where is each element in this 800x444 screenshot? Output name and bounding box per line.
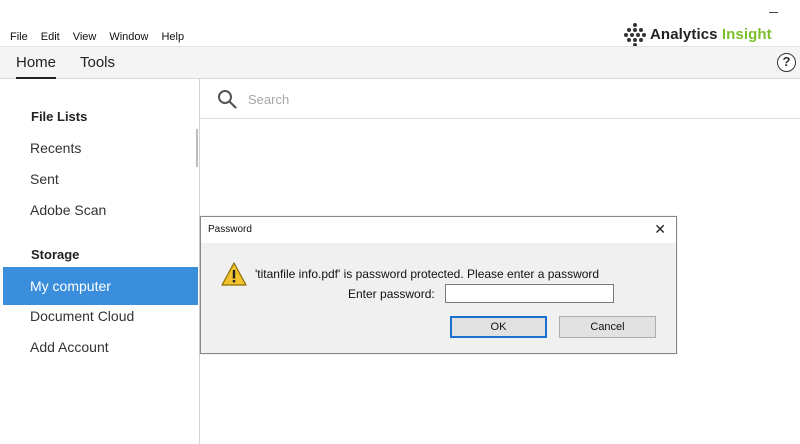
ok-button[interactable]: OK	[450, 316, 547, 338]
dialog-titlebar: Password ✕	[201, 217, 676, 243]
password-field[interactable]	[445, 284, 614, 303]
brand-text-accent: Insight	[721, 25, 772, 43]
password-label: Enter password:	[348, 287, 435, 301]
sidebar: File Lists Recents Sent Adobe Scan Stora…	[0, 79, 200, 444]
dialog-message: 'titanfile info.pdf' is password protect…	[255, 267, 600, 281]
brand-text-main: Analytics	[650, 25, 722, 43]
tab-home[interactable]: Home	[16, 47, 57, 79]
storage-heading: Storage	[31, 247, 80, 262]
search-bar	[200, 79, 800, 119]
menu-file[interactable]: File	[10, 31, 28, 43]
sidebar-item-add-account[interactable]: Add Account	[3, 328, 198, 366]
search-icon[interactable]	[217, 89, 237, 109]
help-icon[interactable]: ?	[777, 53, 796, 72]
brand-dots-icon	[624, 23, 646, 47]
menu-view[interactable]: View	[73, 31, 97, 43]
sidebar-item-adobe-scan[interactable]: Adobe Scan	[3, 191, 198, 229]
warning-icon	[221, 262, 247, 286]
close-icon[interactable]: ✕	[654, 222, 666, 236]
file-lists-heading: File Lists	[31, 109, 88, 124]
menu-edit[interactable]: Edit	[41, 31, 60, 43]
search-input[interactable]	[248, 89, 548, 109]
dialog-title: Password	[208, 224, 252, 235]
menu-bar: File Edit View Window Help	[0, 28, 197, 46]
menu-help[interactable]: Help	[161, 31, 184, 43]
tab-tools[interactable]: Tools	[80, 47, 115, 79]
cancel-button[interactable]: Cancel	[559, 316, 656, 338]
brand-text: Analytics Insight	[650, 26, 772, 43]
menu-window[interactable]: Window	[109, 31, 148, 43]
minimize-button[interactable]	[769, 12, 778, 13]
password-dialog: Password ✕ 'titanfile info.pdf' is passw…	[200, 216, 677, 354]
brand-logo: Analytics Insight	[624, 20, 772, 48]
window-titlebar	[0, 0, 800, 22]
tab-bar: Home Tools ?	[0, 46, 800, 79]
